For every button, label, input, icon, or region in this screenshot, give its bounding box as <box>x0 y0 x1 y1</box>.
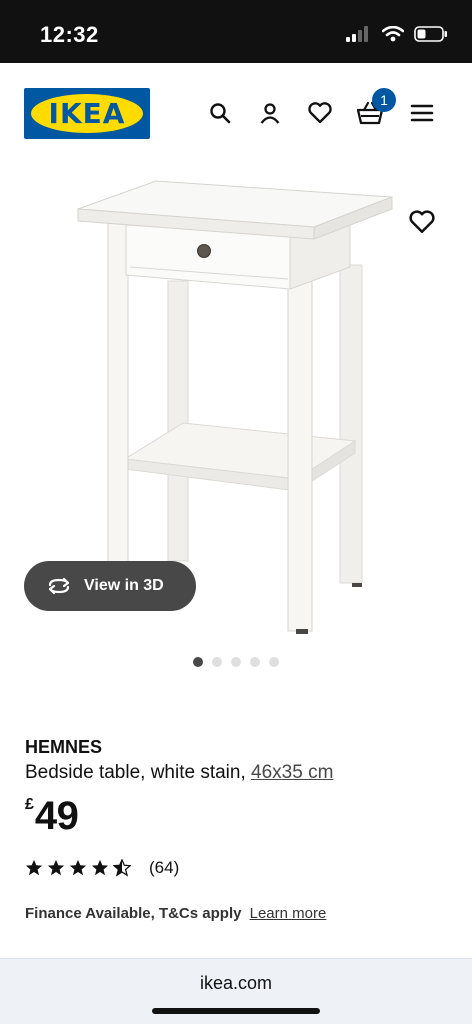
gallery-dot[interactable] <box>193 657 203 667</box>
signal-icon <box>346 26 368 42</box>
product-rating[interactable]: (64) <box>25 858 179 878</box>
account-icon[interactable] <box>256 99 284 127</box>
gallery-pagination <box>0 657 472 671</box>
product-gallery[interactable]: View in 3D <box>0 163 472 653</box>
product-description: Bedside table, white stain, 46x35 cm <box>25 762 333 784</box>
finance-info: Finance Available, T&Cs apply Learn more <box>25 905 326 922</box>
gallery-dot[interactable] <box>250 657 260 667</box>
url-text[interactable]: ikea.com <box>0 973 472 994</box>
star-icon <box>91 859 109 876</box>
logo-oval: IKEA <box>31 94 143 133</box>
cart-count-badge: 1 <box>372 88 396 112</box>
product-dimensions-link[interactable]: 46x35 cm <box>251 762 333 783</box>
review-count: (64) <box>149 858 180 877</box>
status-bar: 12:32 <box>0 0 472 63</box>
status-time: 12:32 <box>40 22 99 47</box>
search-icon[interactable] <box>206 99 234 127</box>
product-price: £ 49 <box>25 794 79 839</box>
menu-icon[interactable] <box>408 99 436 127</box>
product-name: HEMNES <box>25 737 103 757</box>
gallery-dot[interactable] <box>231 657 241 667</box>
wifi-icon <box>382 26 404 42</box>
price-amount: 49 <box>34 794 79 838</box>
heart-icon[interactable] <box>306 99 334 127</box>
star-icon <box>25 859 43 876</box>
star-icon <box>47 859 65 876</box>
star-icon <box>69 859 87 876</box>
ikea-logo[interactable]: IKEA <box>24 88 150 139</box>
finance-text: Finance Available, T&Cs apply <box>25 905 242 922</box>
gallery-dot[interactable] <box>212 657 222 667</box>
status-icons <box>346 26 448 42</box>
battery-icon <box>414 26 447 42</box>
logo-text: IKEA <box>48 97 126 130</box>
half-star-icon <box>113 859 131 877</box>
home-indicator[interactable] <box>152 1008 320 1014</box>
add-to-wishlist-icon[interactable] <box>408 209 436 237</box>
browser-address-bar[interactable]: ikea.com <box>0 958 472 1024</box>
price-currency: £ <box>25 796 34 813</box>
view-in-3d-button[interactable]: View in 3D <box>24 561 196 611</box>
site-header: IKEA 1 <box>0 63 472 163</box>
rotate-3d-icon <box>48 577 70 595</box>
view-in-3d-label: View in 3D <box>84 577 164 594</box>
learn-more-link[interactable]: Learn more <box>250 905 327 922</box>
gallery-dot[interactable] <box>269 657 279 667</box>
product-description-text: Bedside table, white stain, <box>25 762 246 783</box>
